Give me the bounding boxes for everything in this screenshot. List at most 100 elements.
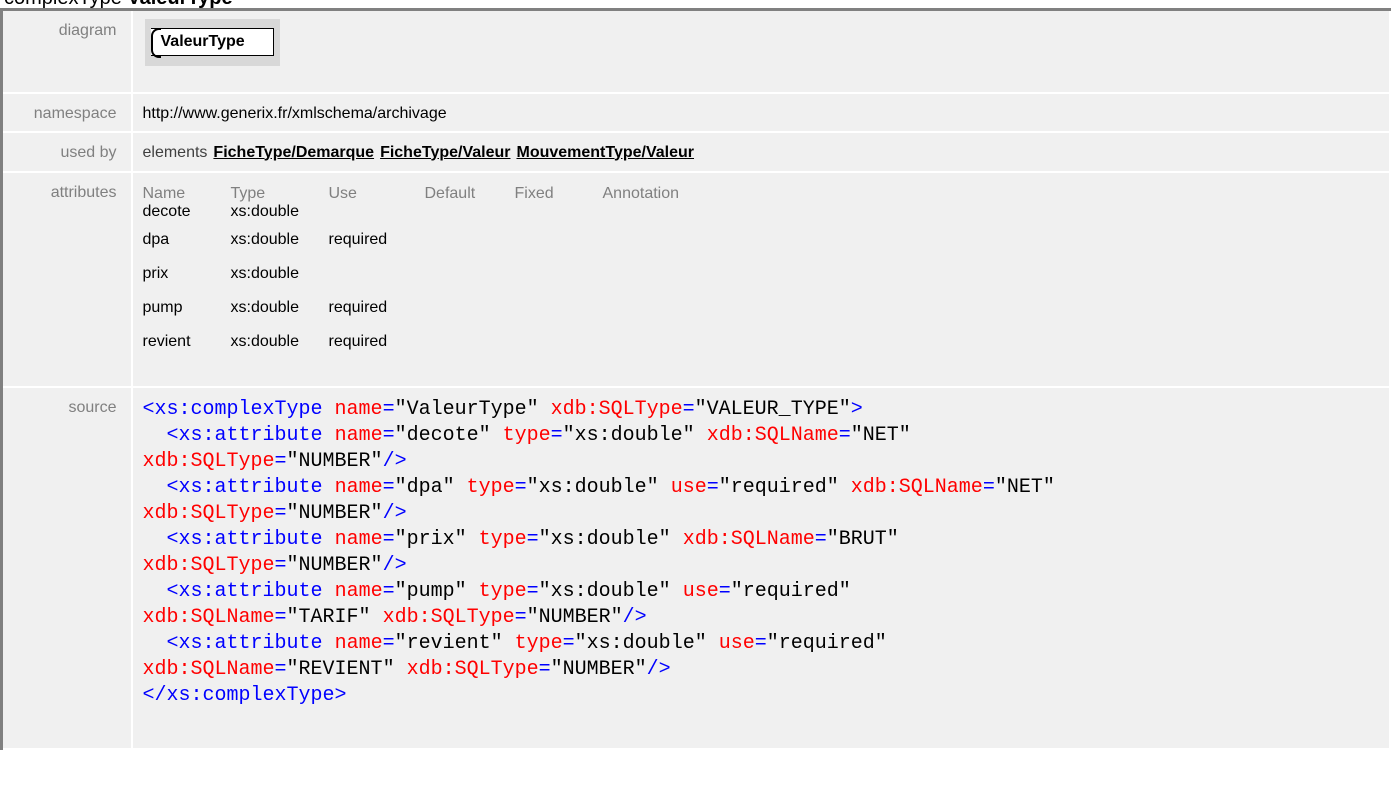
xml-tag-token: = bbox=[982, 475, 995, 499]
xml-value-token bbox=[143, 580, 167, 603]
complex-type-node[interactable]: ValeurType bbox=[150, 28, 274, 58]
attr-type: xs:double bbox=[230, 202, 300, 220]
xml-attr-token: type bbox=[514, 631, 563, 655]
source-line: xdb:SQLType="NUMBER"/> bbox=[143, 554, 407, 577]
source-line: <xs:attribute name="decote" type="xs:dou… bbox=[143, 424, 911, 447]
xml-tag-token: > bbox=[850, 397, 863, 421]
xml-value-token bbox=[323, 580, 335, 603]
xml-tag-token: = bbox=[550, 423, 563, 447]
xml-value-token: "xs:double" bbox=[574, 631, 707, 655]
xml-tag-token: /> bbox=[622, 605, 647, 629]
xml-value-token: "NUMBER" bbox=[550, 657, 647, 681]
attr-use: required bbox=[328, 298, 388, 316]
xml-tag-token: = bbox=[754, 631, 767, 655]
attr-type: xs:double bbox=[230, 332, 300, 350]
xml-tag-token: = bbox=[526, 579, 539, 603]
xml-tag-token: = bbox=[382, 475, 395, 499]
xml-value-token: "revient" bbox=[394, 631, 503, 655]
xml-value-token bbox=[143, 632, 167, 655]
xml-tag-token: = bbox=[538, 657, 551, 681]
xml-attr-token: xdb:SQLType bbox=[406, 657, 539, 681]
source-line: <xs:complexType name="ValeurType" xdb:SQ… bbox=[143, 398, 863, 421]
xml-attr-token: name bbox=[334, 397, 383, 421]
xml-value-token: "xs:double" bbox=[538, 527, 671, 551]
attribute-row: dpa xs:double required bbox=[143, 231, 743, 265]
xml-value-token bbox=[371, 606, 383, 629]
attr-type: xs:double bbox=[230, 264, 300, 282]
row-diagram: diagram ValeurType bbox=[0, 8, 1391, 94]
xml-tag-token: = bbox=[526, 527, 539, 551]
namespace-value: http://www.generix.fr/xmlschema/archivag… bbox=[142, 104, 447, 122]
row-used-by: used by elements FicheType/Demarque FicheT… bbox=[0, 130, 1391, 173]
xml-tag-token: <xs:attribute bbox=[166, 475, 323, 499]
schema-doc-table: diagram ValeurType namespace http://www.… bbox=[0, 8, 1391, 750]
attr-col-name: Name bbox=[142, 184, 186, 202]
xml-tag-token: = bbox=[274, 449, 287, 473]
xml-value-token: "NUMBER" bbox=[286, 501, 383, 525]
attr-col-default: Default bbox=[424, 184, 476, 202]
source-line: <xs:attribute name="prix" type="xs:doubl… bbox=[143, 528, 899, 551]
attributes-table: Name Type Use Default Fixed Annotation d… bbox=[143, 185, 743, 367]
row-label-used-by: used by bbox=[60, 143, 117, 161]
xml-attr-token: use bbox=[670, 475, 707, 499]
source-line: </xs:complexType> bbox=[143, 684, 347, 707]
xml-value-token: "BRUT" bbox=[826, 527, 899, 551]
xml-tag-token: = bbox=[562, 631, 575, 655]
xml-value-token bbox=[671, 580, 683, 603]
xml-value-token bbox=[323, 632, 335, 655]
attr-type: xs:double bbox=[230, 298, 300, 316]
xml-tag-token: </xs:complexType> bbox=[142, 683, 347, 707]
xml-value-token: "required" bbox=[730, 579, 851, 603]
xml-attr-token: xdb:SQLName bbox=[682, 527, 815, 551]
xml-value-token: "TARIF" bbox=[286, 605, 371, 629]
xml-tag-token: /> bbox=[382, 449, 407, 473]
xml-attr-token: xdb:SQLType bbox=[142, 449, 275, 473]
xml-value-token: "dpa" bbox=[394, 475, 455, 499]
xml-attr-token: type bbox=[466, 475, 515, 499]
source-line: <xs:attribute name="revient" type="xs:do… bbox=[143, 632, 887, 655]
attr-name: revient bbox=[142, 332, 191, 350]
attribute-row: revient xs:double required bbox=[143, 333, 743, 367]
xml-value-token bbox=[839, 476, 851, 499]
source-line: <xs:attribute name="pump" type="xs:doubl… bbox=[143, 580, 851, 603]
attr-name: pump bbox=[142, 298, 183, 316]
xml-value-token: "NET" bbox=[994, 475, 1055, 499]
row-label-attributes: attributes bbox=[50, 183, 117, 201]
xml-value-token: "decote" bbox=[394, 423, 491, 447]
used-by-link[interactable]: MouvementType/Valeur bbox=[516, 144, 694, 161]
xml-value-token bbox=[707, 632, 719, 655]
xml-attr-token: use bbox=[718, 631, 755, 655]
source-code: <xs:complexType name="ValeurType" xdb:SQ… bbox=[143, 397, 1390, 709]
xml-attr-token: xdb:SQLName bbox=[706, 423, 839, 447]
xml-value-token bbox=[323, 398, 335, 421]
xml-attr-token: type bbox=[478, 579, 527, 603]
xml-value-token: "VALEUR_TYPE" bbox=[694, 397, 851, 421]
attr-col-type: Type bbox=[230, 184, 266, 202]
xml-attr-token: name bbox=[334, 423, 383, 447]
xml-value-token: "NUMBER" bbox=[286, 553, 383, 577]
xml-value-token: "ValeurType" bbox=[394, 397, 539, 421]
source-line: xdb:SQLName="REVIENT" xdb:SQLType="NUMBE… bbox=[143, 658, 671, 681]
xml-value-token: "required" bbox=[766, 631, 887, 655]
xml-attr-token: name bbox=[334, 579, 383, 603]
used-by-link[interactable]: FicheType/Demarque bbox=[213, 144, 374, 161]
xml-value-token bbox=[323, 476, 335, 499]
xml-value-token bbox=[503, 632, 515, 655]
xml-value-token bbox=[671, 528, 683, 551]
used-by-link[interactable]: FicheType/Valeur bbox=[380, 144, 510, 161]
xml-value-token: "pump" bbox=[394, 579, 467, 603]
xml-attr-token: type bbox=[478, 527, 527, 551]
xml-value-token: "NUMBER" bbox=[286, 449, 383, 473]
attr-use bbox=[329, 203, 425, 231]
xml-value-token: "NET" bbox=[850, 423, 911, 447]
xml-value-token bbox=[323, 528, 335, 551]
xml-tag-token: /> bbox=[646, 657, 671, 681]
attribute-row: decote xs:double bbox=[143, 203, 743, 231]
xml-value-token bbox=[143, 528, 167, 551]
xml-attr-token: xdb:SQLName bbox=[142, 657, 275, 681]
xml-tag-token: = bbox=[682, 397, 695, 421]
xml-value-token bbox=[143, 476, 167, 499]
xml-attr-token: xdb:SQLName bbox=[142, 605, 275, 629]
source-line: <xs:attribute name="dpa" type="xs:double… bbox=[143, 476, 1055, 499]
row-namespace: namespace http://www.generix.fr/xmlschem… bbox=[0, 91, 1391, 133]
